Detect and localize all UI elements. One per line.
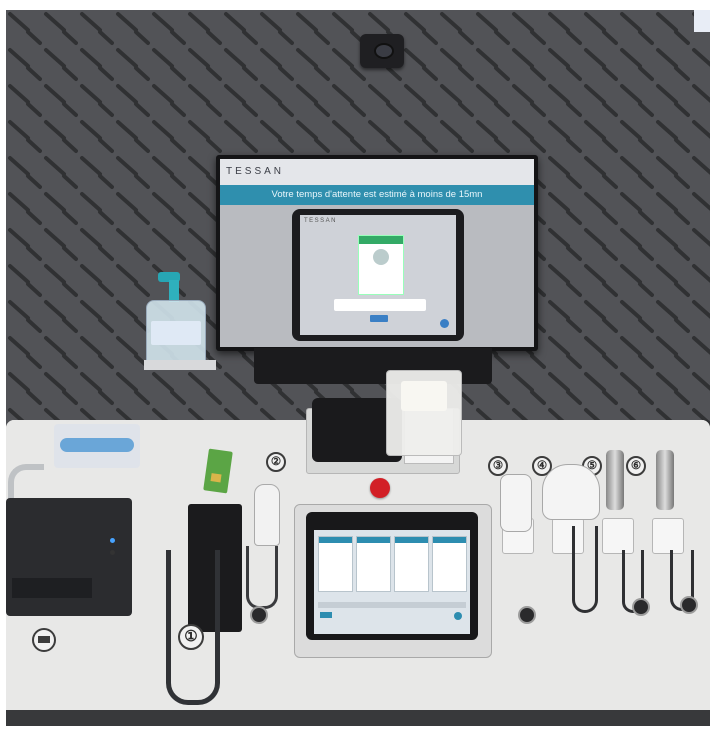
stethoscope-cable — [572, 526, 598, 613]
otoscope-camera — [606, 450, 624, 510]
instrument-number-3: ③ — [488, 456, 508, 476]
cable-hole — [250, 606, 268, 624]
instrument-number-1: ① — [178, 624, 204, 650]
monitor-screen: TESSAN Votre temps d'attente est estimé … — [220, 159, 534, 347]
wall-monitor: TESSAN Votre temps d'attente est estimé … — [216, 155, 538, 351]
webcam-icon — [360, 34, 404, 68]
hand-sanitizer-bottle — [146, 300, 206, 364]
desk-bottom — [6, 710, 710, 726]
monitor-brand: TESSAN — [226, 166, 285, 177]
receipt-printer — [6, 498, 132, 616]
cable-hole — [518, 606, 536, 624]
instrument-number-2: ② — [266, 452, 286, 472]
thermometer-box — [54, 424, 140, 468]
telemedicine-cabin-photo: TESSAN Votre temps d'attente est estimé … — [6, 10, 710, 726]
tablet-brand: TESSAN — [304, 218, 338, 224]
cotton-pads-bag — [386, 370, 462, 456]
desk-tablet-screen — [314, 530, 470, 634]
chat-icon — [440, 319, 449, 328]
tablet-button — [370, 315, 388, 322]
screen-tablet-graphic: TESSAN — [292, 209, 464, 341]
instrument-number-6: ⑥ — [626, 456, 646, 476]
alarm-button — [370, 478, 390, 498]
dock-5 — [602, 518, 634, 554]
background-corner — [694, 10, 710, 32]
patient-card — [358, 235, 404, 295]
ear-thermometer — [500, 474, 532, 532]
dermatoscope-camera — [656, 450, 674, 510]
pulse-oximeter — [254, 484, 280, 546]
oximeter-cable — [246, 546, 278, 609]
cable-hole — [632, 598, 650, 616]
pump-neck — [169, 280, 179, 302]
dock-6 — [652, 518, 684, 554]
notice-box — [334, 299, 426, 311]
stethoscope — [542, 464, 600, 520]
cable-hole — [680, 596, 698, 614]
printer-icon — [32, 628, 56, 652]
bottle-bracket — [144, 360, 216, 370]
waiting-time-banner: Votre temps d'attente est estimé à moins… — [220, 185, 534, 205]
desk-tablet — [306, 512, 478, 640]
